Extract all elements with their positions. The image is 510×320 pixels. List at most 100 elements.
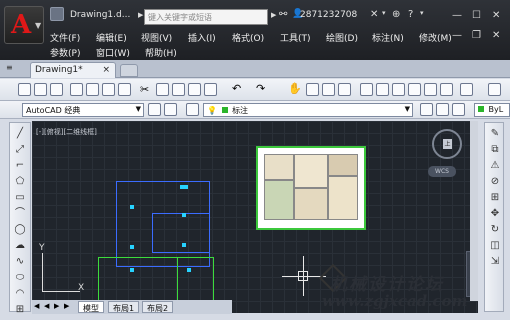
calculator-icon[interactable]: [440, 83, 453, 96]
gear-icon[interactable]: [148, 103, 161, 116]
3d-print-icon[interactable]: [118, 83, 131, 96]
copy-icon[interactable]: [156, 83, 169, 96]
menu-view[interactable]: 视图(V): [141, 31, 172, 44]
workspace-settings-icon[interactable]: [164, 103, 177, 116]
menu-modify[interactable]: 修改(M): [419, 31, 452, 44]
tool-palettes-icon[interactable]: [392, 83, 405, 96]
layer-select[interactable]: 💡 标注 ▼: [203, 103, 413, 117]
menu-tools[interactable]: 工具(T): [280, 31, 311, 44]
cart-icon[interactable]: ⊕: [392, 9, 400, 20]
search-input[interactable]: 键入关键字或短语: [144, 9, 268, 25]
first-tab-icon[interactable]: ◀: [34, 302, 39, 310]
help-icon[interactable]: [460, 83, 473, 96]
block-editor-icon[interactable]: [204, 83, 217, 96]
application-menu-button[interactable]: A ▼: [4, 6, 44, 44]
workspace-select[interactable]: AutoCAD 经典 ▼: [22, 103, 144, 117]
move-icon[interactable]: ✥: [488, 207, 502, 220]
paste-icon[interactable]: [172, 83, 185, 96]
make-current-layer-icon[interactable]: [420, 103, 433, 116]
insert-block-icon[interactable]: ⊞: [13, 303, 27, 316]
menu-insert[interactable]: 插入(I): [188, 31, 216, 44]
undo-icon[interactable]: ↶: [232, 82, 241, 95]
polyline-icon[interactable]: ⌐: [13, 159, 27, 172]
save-icon[interactable]: [50, 83, 63, 96]
next-tab-icon[interactable]: ▶: [54, 302, 59, 310]
minimize-button[interactable]: —: [452, 10, 462, 21]
rectangle-icon[interactable]: ▭: [13, 191, 27, 204]
close-button[interactable]: ✕: [492, 10, 500, 21]
tab-drawing1[interactable]: Drawing1* ×: [30, 62, 116, 78]
line-icon[interactable]: ╱: [13, 127, 27, 140]
doc-close-button[interactable]: ✕: [492, 30, 500, 41]
wcs-menu[interactable]: WCS: [428, 166, 456, 177]
circle-icon[interactable]: ◯: [13, 223, 27, 236]
preview-icon[interactable]: [86, 83, 99, 96]
linear-dimension-icon[interactable]: [488, 83, 501, 96]
plot-icon[interactable]: [70, 83, 83, 96]
menu-parametric[interactable]: 参数(P): [50, 46, 80, 59]
color-select[interactable]: ByL: [474, 103, 510, 117]
maximize-button[interactable]: ☐: [472, 10, 481, 21]
close-icon[interactable]: ×: [102, 65, 110, 75]
zoom-realtime-icon[interactable]: [306, 83, 319, 96]
new-icon[interactable]: [18, 83, 31, 96]
layer-previous-icon[interactable]: [436, 103, 449, 116]
menu-dimension[interactable]: 标注(N): [372, 31, 404, 44]
tab-model[interactable]: 模型: [78, 301, 104, 313]
tab-layout2[interactable]: 布局2: [142, 301, 174, 313]
viewcube[interactable]: 上: [432, 129, 462, 159]
prev-tab-icon[interactable]: ◀: [44, 302, 49, 310]
vertical-scrollbar[interactable]: [470, 121, 478, 301]
caret-down-icon: ▾: [382, 9, 386, 17]
layer-state-icon[interactable]: [452, 103, 465, 116]
publish-icon[interactable]: [102, 83, 115, 96]
user-account-label[interactable]: 2871232708: [300, 10, 357, 20]
tab-layout1[interactable]: 布局1: [108, 301, 140, 313]
array-icon[interactable]: ⊞: [488, 191, 502, 204]
markup-icon[interactable]: [424, 83, 437, 96]
redo-icon[interactable]: ↷: [256, 82, 265, 95]
menu-edit[interactable]: 编辑(E): [96, 31, 127, 44]
new-icon[interactable]: [50, 7, 64, 21]
spline-icon[interactable]: ∿: [13, 255, 27, 268]
menu-help[interactable]: 帮助(H): [145, 46, 177, 59]
stretch-icon[interactable]: ⇲: [488, 255, 502, 268]
design-center-icon[interactable]: [376, 83, 389, 96]
doc-minimize-button[interactable]: —: [452, 30, 462, 41]
cut-icon[interactable]: ✂: [140, 83, 149, 96]
match-properties-icon[interactable]: [188, 83, 201, 96]
floor-plan-image[interactable]: [256, 146, 366, 230]
properties-icon[interactable]: [360, 83, 373, 96]
copy-object-icon[interactable]: ⧉: [488, 143, 502, 156]
mirror-icon[interactable]: ⚠: [488, 159, 502, 172]
ellipse-icon[interactable]: ⬭: [13, 271, 27, 284]
pan-icon[interactable]: ✋: [288, 82, 302, 95]
sheet-set-icon[interactable]: [408, 83, 421, 96]
revision-cloud-icon[interactable]: ☁: [13, 239, 27, 252]
offset-icon[interactable]: ⊘: [488, 175, 502, 188]
arc-icon[interactable]: ⌒: [13, 207, 27, 220]
rotate-icon[interactable]: ↻: [488, 223, 502, 236]
layer-properties-icon[interactable]: [186, 103, 199, 116]
menu-file[interactable]: 文件(F): [50, 31, 80, 44]
open-icon[interactable]: [34, 83, 47, 96]
menu-draw[interactable]: 绘图(D): [326, 31, 358, 44]
zoom-window-icon[interactable]: [322, 83, 335, 96]
polygon-icon[interactable]: ⬠: [13, 175, 27, 188]
construction-line-icon[interactable]: ⤢: [13, 143, 27, 156]
binoculars-icon[interactable]: ⚯: [279, 9, 287, 20]
viewcube-face[interactable]: 上: [443, 139, 452, 149]
menu-window[interactable]: 窗口(W): [96, 46, 130, 59]
menu-icon[interactable]: ≡: [6, 63, 13, 72]
exchange-icon[interactable]: ✕: [370, 9, 378, 20]
menu-format[interactable]: 格式(O): [232, 31, 264, 44]
help-icon[interactable]: ?: [408, 9, 413, 20]
ellipse-arc-icon[interactable]: ◠: [13, 287, 27, 300]
zoom-previous-icon[interactable]: [338, 83, 351, 96]
new-tab-button[interactable]: [120, 64, 138, 77]
viewport-controls-label[interactable]: [-][俯视][二维线框]: [36, 127, 97, 137]
scale-icon[interactable]: ◫: [488, 239, 502, 252]
doc-restore-button[interactable]: ❐: [472, 30, 481, 41]
last-tab-icon[interactable]: ▶: [64, 302, 69, 310]
erase-icon[interactable]: ✎: [488, 127, 502, 140]
